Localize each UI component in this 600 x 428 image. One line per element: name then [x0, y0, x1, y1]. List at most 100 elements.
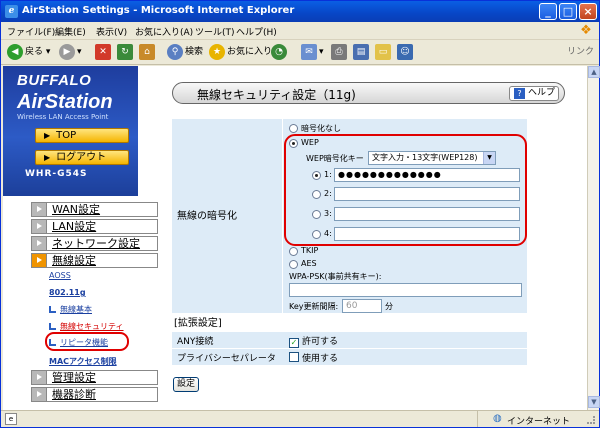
logout-button[interactable]: ▶ ログアウト	[35, 150, 129, 165]
back-button[interactable]: ◀ 戻る ▾	[7, 43, 50, 62]
menu-tools[interactable]: ツール(T)	[195, 25, 235, 38]
rekey-input[interactable]: 60	[342, 299, 382, 313]
minimize-button[interactable]: _	[539, 3, 557, 20]
brand-tagline: Wireless LAN Access Point	[17, 113, 109, 121]
nav-lan[interactable]: LAN設定	[31, 219, 158, 234]
ie-logo-icon: e	[5, 5, 18, 18]
menu-view[interactable]: 表示(V)	[96, 25, 127, 38]
sub-basic[interactable]: 無線基本	[49, 304, 92, 315]
sub-80211g[interactable]: 802.11g	[49, 288, 86, 297]
menu-help[interactable]: ヘルプ(H)	[236, 25, 277, 38]
nav-diagnostics-label: 機器診断	[52, 388, 96, 401]
status-bar: e ◍ インターネット	[1, 410, 599, 427]
nav-lan-label: LAN設定	[52, 220, 97, 233]
mail-button[interactable]: ✉ ▾	[301, 43, 324, 62]
menu-favorites[interactable]: お気に入り(A)	[135, 25, 193, 38]
sub-security-label: 無線セキュリティ	[60, 322, 124, 331]
menu-bar: ファイル(F) 編集(E) 表示(V) お気に入り(A) ツール(T) ヘルプ(…	[1, 22, 599, 40]
play-icon	[32, 220, 47, 233]
forward-button[interactable]: ▶ ▾	[59, 43, 82, 62]
ie-window: e AirStation Settings - Microsoft Intern…	[0, 0, 600, 428]
radio-none[interactable]	[289, 124, 298, 133]
page-header: 無線セキュリティ設定（11g) ? ヘルプ	[172, 82, 565, 104]
scroll-up-icon[interactable]: ▲	[588, 66, 600, 78]
opt-tkip-label: TKIP	[301, 246, 319, 255]
resize-grip-icon[interactable]	[587, 416, 595, 424]
play-icon	[32, 254, 47, 267]
nav-wireless-label: 無線設定	[52, 254, 96, 267]
radio-tkip[interactable]	[289, 247, 298, 256]
stop-button[interactable]: ✕	[95, 43, 113, 62]
vertical-scrollbar[interactable]: ▲ ▼	[587, 66, 600, 410]
play-icon	[32, 237, 47, 250]
opt-none-label: 暗号化なし	[301, 124, 341, 133]
title-bar[interactable]: e AirStation Settings - Microsoft Intern…	[1, 1, 599, 22]
privacy-separator-row: プライバシーセパレータ 使用する	[172, 349, 527, 365]
opt-aes-label: AES	[301, 259, 317, 268]
links-button[interactable]: リンク	[567, 43, 594, 62]
forward-arrow-icon: ▶	[59, 43, 75, 60]
nav-network[interactable]: ネットワーク設定	[31, 236, 158, 251]
radio-aes[interactable]	[289, 260, 298, 269]
nav-admin[interactable]: 管理設定	[31, 370, 158, 385]
nav-diagnostics[interactable]: 機器診断	[31, 387, 158, 402]
mail-icon: ✉	[301, 43, 317, 60]
sub-arrow-icon	[49, 306, 56, 313]
maximize-button[interactable]: □	[559, 3, 577, 20]
repeater-highlight-ring	[45, 332, 129, 351]
brand-buffalo: BUFFALO	[17, 72, 92, 89]
page-title: 無線セキュリティ設定（11g)	[197, 88, 356, 102]
encryption-label-cell: 無線の暗号化	[172, 119, 283, 313]
scroll-down-icon[interactable]: ▼	[588, 396, 600, 408]
play-icon: ▶	[44, 131, 51, 140]
encryption-form: 無線の暗号化 暗号化なし WEP WEP暗号化キー 文字入力・13文字(WEP1…	[172, 119, 527, 313]
discuss-button[interactable]: ▭	[375, 43, 393, 62]
extended-settings-title: [拡張設定]	[174, 318, 222, 329]
model-name: WHR-G54S	[25, 169, 88, 179]
stop-icon: ✕	[95, 43, 111, 60]
psk-input[interactable]	[289, 283, 522, 297]
menu-file[interactable]: ファイル(F)	[7, 25, 55, 38]
sub-arrow-icon	[49, 323, 56, 330]
back-label: 戻る	[25, 47, 44, 57]
brand-panel: BUFFALO AirStation Wireless LAN Access P…	[3, 66, 138, 196]
privacy-separator-value: 使用する	[302, 354, 339, 364]
history-icon: ◔	[271, 43, 287, 60]
top-button[interactable]: ▶ TOP	[35, 128, 129, 143]
submit-button[interactable]: 設定	[173, 377, 199, 392]
page-viewport: BUFFALO AirStation Wireless LAN Access P…	[3, 66, 587, 410]
sub-aoss[interactable]: AOSS	[49, 271, 71, 280]
logout-label: ログアウト	[56, 152, 107, 163]
nav-wireless[interactable]: 無線設定	[31, 253, 158, 268]
favorites-label: お気に入り	[227, 47, 273, 57]
psk-label: WPA-PSK(事前共有キー):	[289, 272, 382, 281]
brand-airstation: AirStation	[17, 91, 113, 113]
menu-edit[interactable]: 編集(E)	[55, 25, 86, 38]
edit-button[interactable]: ▤	[353, 43, 371, 62]
search-icon: ⚲	[167, 43, 183, 60]
close-button[interactable]: ×	[579, 3, 597, 20]
messenger-button[interactable]: ☺	[397, 43, 415, 62]
nav-wan[interactable]: WAN設定	[31, 202, 158, 217]
play-icon	[32, 371, 47, 384]
encryption-label: 無線の暗号化	[177, 211, 237, 222]
help-icon: ?	[514, 88, 525, 99]
home-button[interactable]: ⌂	[139, 43, 157, 62]
back-arrow-icon: ◀	[7, 43, 23, 60]
play-icon	[32, 203, 47, 216]
history-button[interactable]: ◔	[271, 43, 289, 62]
favorites-button[interactable]: ★ お気に入り	[209, 43, 272, 62]
help-button[interactable]: ? ヘルプ	[509, 86, 559, 101]
print-button[interactable]: ⎙	[331, 43, 349, 62]
sub-security[interactable]: 無線セキュリティ	[49, 321, 124, 332]
any-connection-checkbox[interactable]: ✓ 許可する	[289, 334, 338, 348]
help-label: ヘルプ	[528, 88, 556, 98]
page-icon: e	[5, 413, 17, 425]
play-icon	[32, 388, 47, 401]
sub-mac[interactable]: MACアクセス制限	[49, 356, 117, 367]
search-button[interactable]: ⚲ 検索	[167, 43, 203, 62]
sub-basic-label: 無線基本	[60, 305, 92, 314]
edit-icon: ▤	[353, 43, 369, 60]
refresh-button[interactable]: ↻	[117, 43, 135, 62]
privacy-separator-checkbox[interactable]: 使用する	[289, 351, 338, 364]
